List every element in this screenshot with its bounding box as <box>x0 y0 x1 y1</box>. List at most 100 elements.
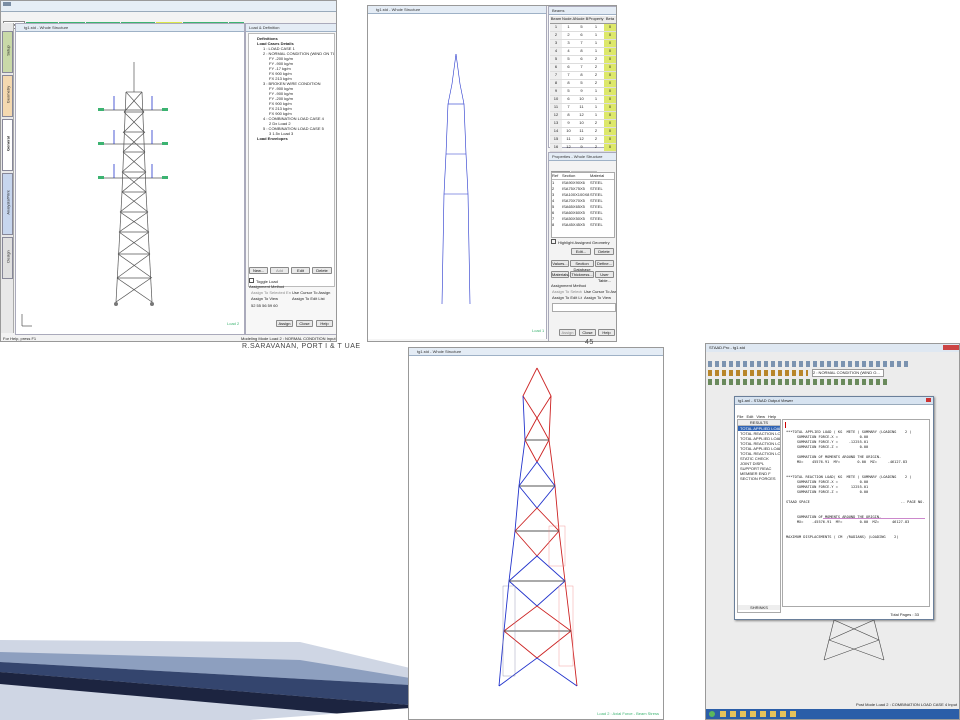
mode-tab-bar <box>1 1 336 12</box>
results-tree-item[interactable]: SECTION FORCES <box>738 476 780 481</box>
assign-option-view[interactable]: Assign To View <box>251 296 291 301</box>
table-cell: 0 <box>604 96 616 103</box>
side-tab-analysis[interactable]: Analysis/Print <box>2 173 13 235</box>
assign-button[interactable]: Assign <box>559 329 576 336</box>
table-row[interactable]: 11 7 11 1 0 <box>550 104 616 112</box>
table-cell: 0 <box>604 40 616 47</box>
table-cell: 5 <box>567 88 570 93</box>
table-cell: 7 <box>567 72 570 77</box>
table-cell: 6 <box>567 96 570 101</box>
table-cell: 12 <box>579 112 584 117</box>
help-button[interactable]: Help <box>316 320 333 327</box>
edit-property-button[interactable]: Edit... <box>571 248 591 255</box>
table-cell: 7 <box>580 40 583 45</box>
taskbar-apps[interactable] <box>720 711 800 717</box>
table-cell: 11 <box>579 128 584 133</box>
table-row[interactable]: 11510 <box>550 24 616 32</box>
selection-field[interactable] <box>552 303 616 312</box>
table-row[interactable]: 33 7 1 0 <box>550 40 616 48</box>
table-row[interactable]: 10 6 10 1 0 <box>550 96 616 104</box>
table-row[interactable]: 15 11 12 2 0 <box>550 136 616 144</box>
side-tab-setup[interactable]: Setup <box>2 31 13 73</box>
new-load-button[interactable]: New... <box>249 267 268 274</box>
table-row[interactable]: 66 7 2 0 <box>550 64 616 72</box>
assign-option-selected[interactable]: Assign To Selected Entities <box>251 290 291 295</box>
beams-table[interactable]: Beam Node A Node B Property Beta 1151022… <box>550 16 616 152</box>
side-tab-geometry[interactable]: Geometry <box>2 75 13 117</box>
staad-axial-force-screenshot: tg1.std - Whole Structure Load 2 : Axial… <box>408 347 664 720</box>
assign-option-beams[interactable]: Assign To Selected Beams <box>552 289 582 294</box>
side-tab-general[interactable]: General <box>2 119 13 171</box>
table-cell: 0 <box>604 128 616 135</box>
load-definition-panel: Load & Definition Definitions Load Cases… <box>245 23 336 335</box>
highlight-checkbox[interactable]: Highlight Assigned Geometry <box>551 239 610 245</box>
table-row[interactable]: 13 9 10 2 0 <box>550 120 616 128</box>
edit-load-button[interactable]: Edit <box>291 267 310 274</box>
table-cell: 2 <box>594 136 598 141</box>
app-menu-bar: FileEditViewToolsSelectGeometryCommandsA… <box>708 353 865 367</box>
load-tree[interactable]: Definitions Load Cases Details 1 : LOAD … <box>248 33 335 287</box>
assign-option-cursor[interactable]: Use Cursor To Assign <box>584 289 616 294</box>
table-row[interactable]: 44 8 1 0 <box>550 48 616 56</box>
window-controls[interactable] <box>943 345 959 350</box>
table-cell: 0 <box>604 112 616 119</box>
table-row[interactable]: 14 10 11 2 0 <box>550 128 616 136</box>
table-cell: 0 <box>604 104 616 111</box>
table-cell: 2 <box>594 56 598 61</box>
properties-title: Properties - Whole Structure <box>549 153 616 161</box>
table-row[interactable]: 77 8 2 0 <box>550 72 616 80</box>
table-cell: 0 <box>604 24 616 31</box>
table-cell: 4 <box>550 48 562 55</box>
table-cell: 7 <box>580 64 583 69</box>
tree-node[interactable]: Load Envelopes <box>249 136 334 141</box>
load-case-combo[interactable]: 2 : NORMAL CONDITION (WIND O... <box>812 369 884 377</box>
total-pages: Total Pages : 33 <box>890 612 919 617</box>
mode-tabs: ModelingPostprocessingSteel DesignConcre… <box>3 13 245 29</box>
table-cell: 8 <box>550 80 562 87</box>
define-button[interactable]: Define... <box>595 260 614 267</box>
table-row[interactable]: 12 8 12 1 0 <box>550 112 616 120</box>
thickness-button[interactable]: Thickness... <box>570 271 594 278</box>
whole-structure-window[interactable]: tg1.std - Whole Structure <box>15 23 245 335</box>
start-button[interactable] <box>709 711 715 717</box>
add-load-button[interactable]: Add <box>270 267 289 274</box>
table-row[interactable]: 95910 <box>550 88 616 96</box>
assign-option-cursor[interactable]: Use Cursor To Assign <box>292 290 334 295</box>
table-row[interactable]: 16 12 9 2 0 <box>550 144 616 152</box>
delete-property-button[interactable]: Delete <box>594 248 614 255</box>
assign-option-editlist[interactable]: Assign To Edit List <box>292 296 334 301</box>
axial-force-tower-drawing <box>498 367 578 687</box>
side-tab-design[interactable]: Design <box>2 237 13 279</box>
delete-load-button[interactable]: Delete <box>312 267 332 274</box>
table-row[interactable]: 22 6 1 0 <box>550 32 616 40</box>
list-cell: ISA45X45X5 <box>562 222 585 227</box>
assign-button[interactable]: Assign <box>276 320 293 327</box>
output-text-area[interactable]: ***TOTAL APPLIED LOAD ( KG METE ) SUMMAR… <box>782 419 930 607</box>
close-button[interactable]: Close <box>579 329 596 336</box>
close-button[interactable]: Close <box>296 320 313 327</box>
table-cell: 8 <box>580 72 583 77</box>
values-button[interactable]: Values... <box>551 260 569 267</box>
structure-view-title: tg1.std - Whole Structure <box>368 6 546 14</box>
table-cell: 10 <box>579 120 584 125</box>
table-cell: 2 <box>550 32 562 39</box>
selection-list[interactable]: 52 55 56 59 60 <box>251 303 331 308</box>
list-item[interactable]: 8 ISA45X45X5 STEEL <box>552 222 614 228</box>
property-list[interactable]: Ref Section Material 1 ISA90X90X6 STEEL 2 IS… <box>551 172 615 238</box>
structure-view-window[interactable]: tg1.std - Whole Structure Load 1 <box>368 6 547 339</box>
results-tree[interactable]: RESULTS TOTAL APPLIED LOAD 1TOTAL REACTI… <box>737 419 781 613</box>
user-table-button[interactable]: User Table... <box>595 271 614 283</box>
section-database-button[interactable]: Section Database <box>570 260 594 272</box>
help-button[interactable]: Help <box>598 329 615 336</box>
materials-button[interactable]: Materials... <box>551 271 572 278</box>
assign-option-editlist[interactable]: Assign To Edit List <box>552 295 582 300</box>
toolbar-rows: 2 : NORMAL CONDITION (WIND O... <box>708 361 958 395</box>
assign-option-view[interactable]: Assign To View <box>584 295 616 300</box>
close-icon[interactable] <box>926 398 931 402</box>
toolbar-icons-row[interactable] <box>708 379 888 385</box>
table-row[interactable]: 55 6 2 0 <box>550 56 616 64</box>
table-row[interactable]: 88 5 2 0 <box>550 80 616 88</box>
table-cell: 9 <box>580 144 583 149</box>
toolbar-icons-row[interactable] <box>708 370 808 376</box>
toolbar-icons-row[interactable] <box>708 361 908 367</box>
